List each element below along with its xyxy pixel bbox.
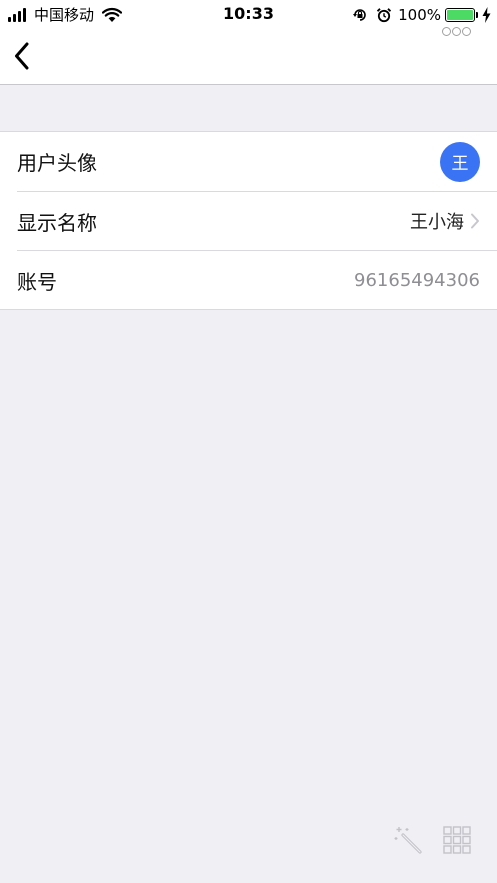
rotation-lock-icon [353, 9, 366, 21]
battery-icon [445, 8, 478, 22]
alarm-icon [376, 8, 392, 23]
status-bar: 中国移动 10:33 100% [0, 0, 497, 30]
more-dots-icon[interactable] [441, 27, 471, 36]
back-button[interactable] [8, 40, 36, 72]
battery-percentage: 100% [398, 6, 441, 24]
display-name-row[interactable]: 显示名称 王小海 [17, 191, 497, 250]
account-row-label: 账号 [17, 269, 57, 294]
profile-settings-list: 用户头像 王 显示名称 王小海 账号 96165494306 [0, 131, 497, 310]
account-value: 96165494306 [354, 269, 480, 291]
display-name-value: 王小海 [410, 212, 464, 233]
avatar-row-label: 用户头像 [17, 151, 97, 175]
navigation-bar [0, 27, 497, 85]
avatar[interactable]: 王 [440, 141, 480, 182]
chevron-left-icon [15, 42, 29, 70]
avatar-row[interactable]: 用户头像 王 [0, 132, 497, 191]
display-name-row-label: 显示名称 [17, 210, 97, 235]
magic-wand-icon[interactable] [394, 826, 422, 854]
charging-bolt-icon [482, 7, 491, 23]
grid-icon[interactable] [443, 826, 471, 854]
chevron-right-icon [470, 213, 480, 229]
status-bar-right: 100% [352, 5, 491, 25]
account-row: 账号 96165494306 [17, 250, 497, 309]
